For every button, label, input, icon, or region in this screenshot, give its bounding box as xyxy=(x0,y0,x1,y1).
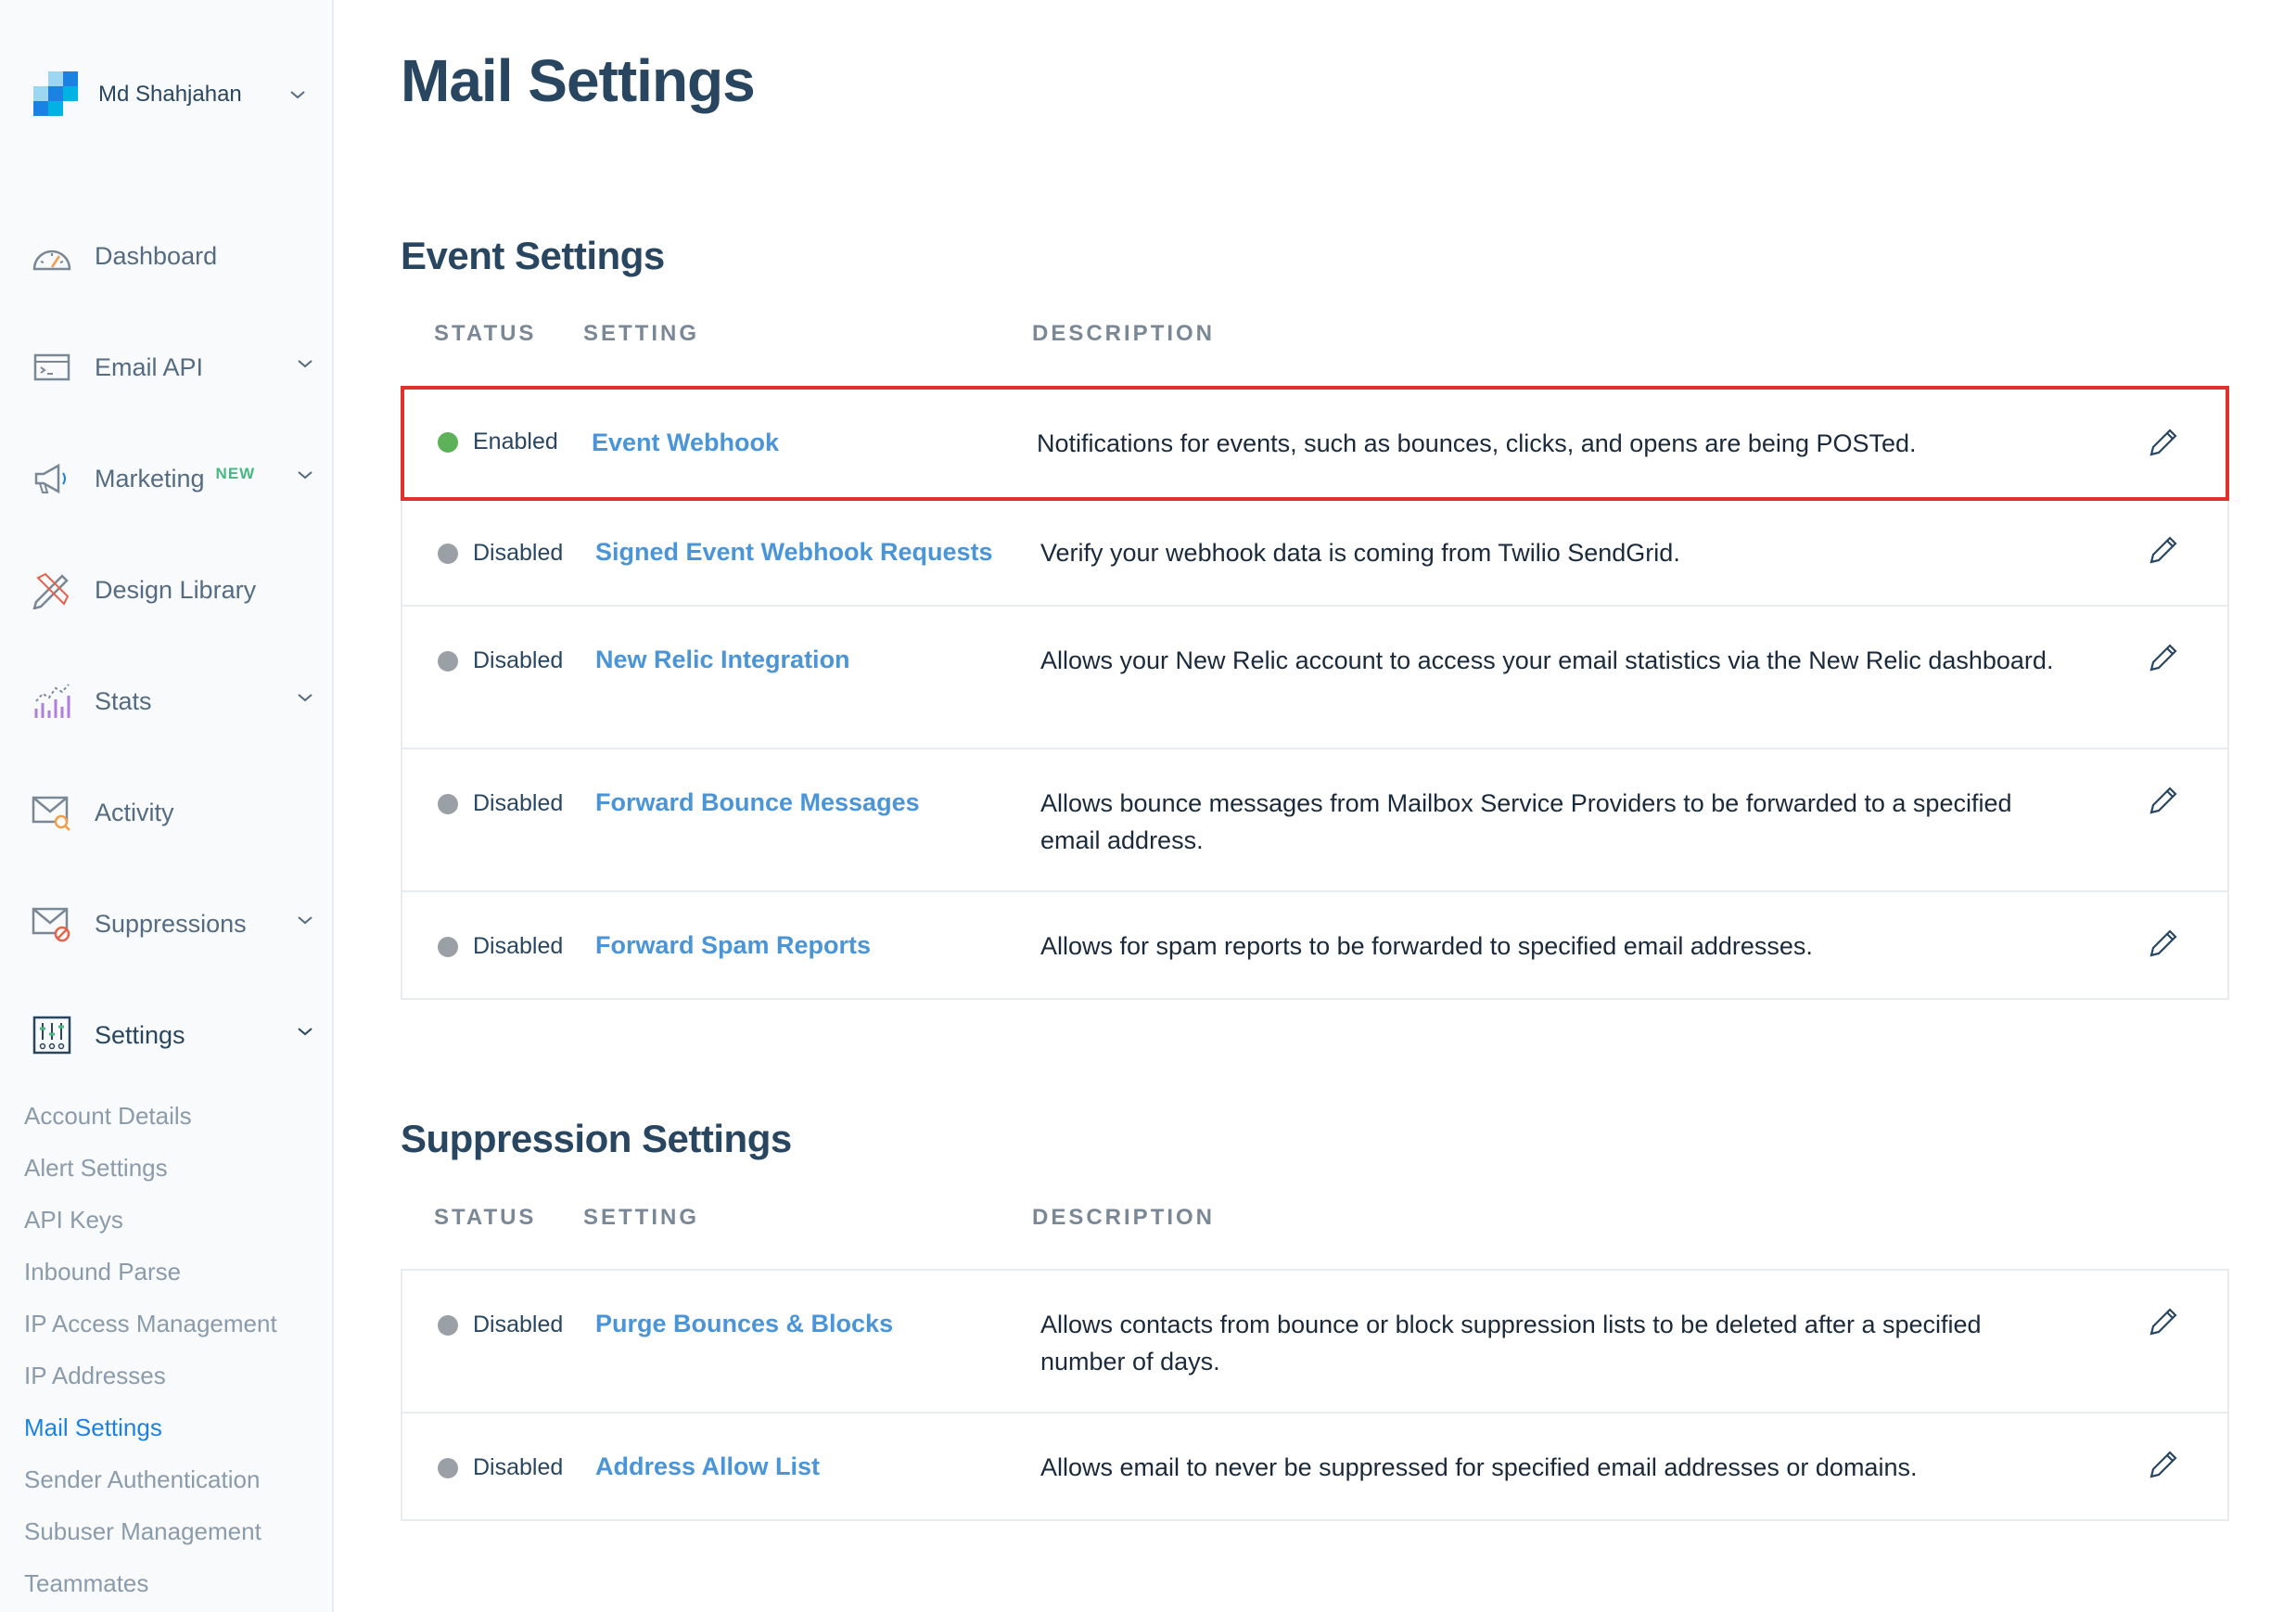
nav-design-library[interactable]: Design Library xyxy=(32,562,319,618)
column-setting: SETTING xyxy=(583,1205,700,1230)
subnav-alert-settings[interactable]: Alert Settings xyxy=(24,1154,168,1183)
chevron-down-icon xyxy=(298,694,313,702)
status-indicator: Enabled xyxy=(438,429,558,455)
status-dot xyxy=(438,650,458,672)
dashboard-icon xyxy=(32,236,72,276)
setting-description: Allows for spam reports to be forwarded … xyxy=(1040,932,1813,960)
status-indicator: Disabled xyxy=(438,647,563,674)
setting-link-new-relic[interactable]: New Relic Integration xyxy=(595,646,850,674)
edit-pencil-icon[interactable] xyxy=(2144,1304,2181,1341)
sendgrid-logo xyxy=(32,71,78,118)
event-settings-title: Event Settings xyxy=(401,234,665,277)
nav-settings[interactable]: Settings xyxy=(32,1007,319,1063)
edit-pencil-icon[interactable] xyxy=(2144,1447,2181,1484)
column-setting: SETTING xyxy=(583,321,700,346)
subnav-ip-access-management[interactable]: IP Access Management xyxy=(24,1310,277,1338)
setting-description: Notifications for events, such as bounce… xyxy=(1037,429,1917,457)
design-library-icon xyxy=(32,569,72,610)
nav-dashboard[interactable]: Dashboard xyxy=(32,228,319,284)
setting-link-event-webhook[interactable]: Event Webhook xyxy=(592,429,779,457)
setting-link-address-allow-list[interactable]: Address Allow List xyxy=(595,1452,820,1481)
nav-marketing[interactable]: Marketing NEW xyxy=(32,451,319,506)
settings-icon xyxy=(32,1015,72,1055)
subnav-subuser-management[interactable]: Subuser Management xyxy=(24,1517,261,1546)
sidebar: Md Shahjahan Dashboard Email API Marketi… xyxy=(0,0,334,1612)
edit-pencil-icon[interactable] xyxy=(2144,783,2181,820)
subnav-api-keys[interactable]: API Keys xyxy=(24,1206,123,1235)
setting-description: Verify your webhook data is coming from … xyxy=(1040,539,1680,567)
setting-link-forward-bounce[interactable]: Forward Bounce Messages xyxy=(595,788,920,817)
suppression-settings-title: Suppression Settings xyxy=(401,1117,792,1160)
subnav-inbound-parse[interactable]: Inbound Parse xyxy=(24,1258,181,1286)
nav-stats[interactable]: Stats xyxy=(32,673,319,729)
column-description: DESCRIPTION xyxy=(1032,321,1216,346)
page-title: Mail Settings xyxy=(401,47,756,114)
account-switcher[interactable]: Md Shahjahan xyxy=(32,69,315,121)
status-indicator: Disabled xyxy=(438,540,563,567)
column-status: STATUS xyxy=(434,321,537,346)
suppressions-icon xyxy=(32,903,72,944)
edit-pencil-icon[interactable] xyxy=(2144,425,2181,462)
table-row: Disabled Forward Spam Reports Allows for… xyxy=(402,892,2227,998)
status-indicator: Disabled xyxy=(438,790,563,817)
setting-description: Allows contacts from bounce or block sup… xyxy=(1040,1311,1982,1375)
nav-suppressions[interactable]: Suppressions xyxy=(32,896,319,952)
table-row: Disabled Forward Bounce Messages Allows … xyxy=(402,749,2227,892)
table-row: Disabled New Relic Integration Allows yo… xyxy=(402,607,2227,749)
event-settings-table: Enabled Event Webhook Notifications for … xyxy=(401,386,2229,1000)
subnav-ip-addresses[interactable]: IP Addresses xyxy=(24,1362,166,1390)
suppression-settings-table: Disabled Purge Bounces & Blocks Allows c… xyxy=(401,1269,2229,1521)
chevron-down-icon xyxy=(298,360,313,368)
chevron-down-icon xyxy=(298,1028,313,1036)
setting-description: Allows bounce messages from Mailbox Serv… xyxy=(1040,789,2012,854)
table-row: Enabled Event Webhook Notifications for … xyxy=(401,386,2229,501)
table-row: Disabled Signed Event Webhook Requests V… xyxy=(402,499,2227,607)
subnav-teammates[interactable]: Teammates xyxy=(24,1569,148,1598)
status-indicator: Disabled xyxy=(438,1311,563,1338)
status-dot xyxy=(438,431,458,453)
status-dot xyxy=(438,936,458,957)
account-name: Md Shahjahan xyxy=(98,82,242,107)
subnav-account-details[interactable]: Account Details xyxy=(24,1102,192,1131)
status-indicator: Disabled xyxy=(438,1454,563,1481)
email-api-icon xyxy=(32,347,72,388)
edit-pencil-icon[interactable] xyxy=(2144,532,2181,569)
setting-description: Allows your New Relic account to access … xyxy=(1040,646,2054,674)
edit-pencil-icon[interactable] xyxy=(2144,926,2181,963)
nav-email-api[interactable]: Email API xyxy=(32,339,319,395)
subnav-mail-settings[interactable]: Mail Settings xyxy=(24,1414,162,1442)
stats-icon xyxy=(32,681,72,722)
nav-activity[interactable]: Activity xyxy=(32,785,319,840)
status-dot xyxy=(438,543,458,564)
status-dot xyxy=(438,1457,458,1478)
subnav-sender-authentication[interactable]: Sender Authentication xyxy=(24,1465,260,1494)
setting-link-forward-spam[interactable]: Forward Spam Reports xyxy=(595,931,871,960)
status-dot xyxy=(438,1314,458,1336)
activity-icon xyxy=(32,792,72,833)
column-status: STATUS xyxy=(434,1205,537,1230)
edit-pencil-icon[interactable] xyxy=(2144,640,2181,677)
new-badge: NEW xyxy=(215,465,256,482)
table-row: Disabled Purge Bounces & Blocks Allows c… xyxy=(402,1271,2227,1414)
chevron-down-icon xyxy=(298,471,313,480)
chevron-down-icon xyxy=(290,91,305,99)
status-indicator: Disabled xyxy=(438,933,563,960)
setting-link-purge-bounces[interactable]: Purge Bounces & Blocks xyxy=(595,1310,893,1338)
setting-link-signed-event-webhook[interactable]: Signed Event Webhook Requests xyxy=(595,538,993,567)
column-description: DESCRIPTION xyxy=(1032,1205,1216,1230)
setting-description: Allows email to never be suppressed for … xyxy=(1040,1453,1918,1481)
chevron-down-icon xyxy=(298,916,313,925)
megaphone-icon xyxy=(32,458,72,499)
table-row: Disabled Address Allow List Allows email… xyxy=(402,1414,2227,1519)
status-dot xyxy=(438,793,458,814)
